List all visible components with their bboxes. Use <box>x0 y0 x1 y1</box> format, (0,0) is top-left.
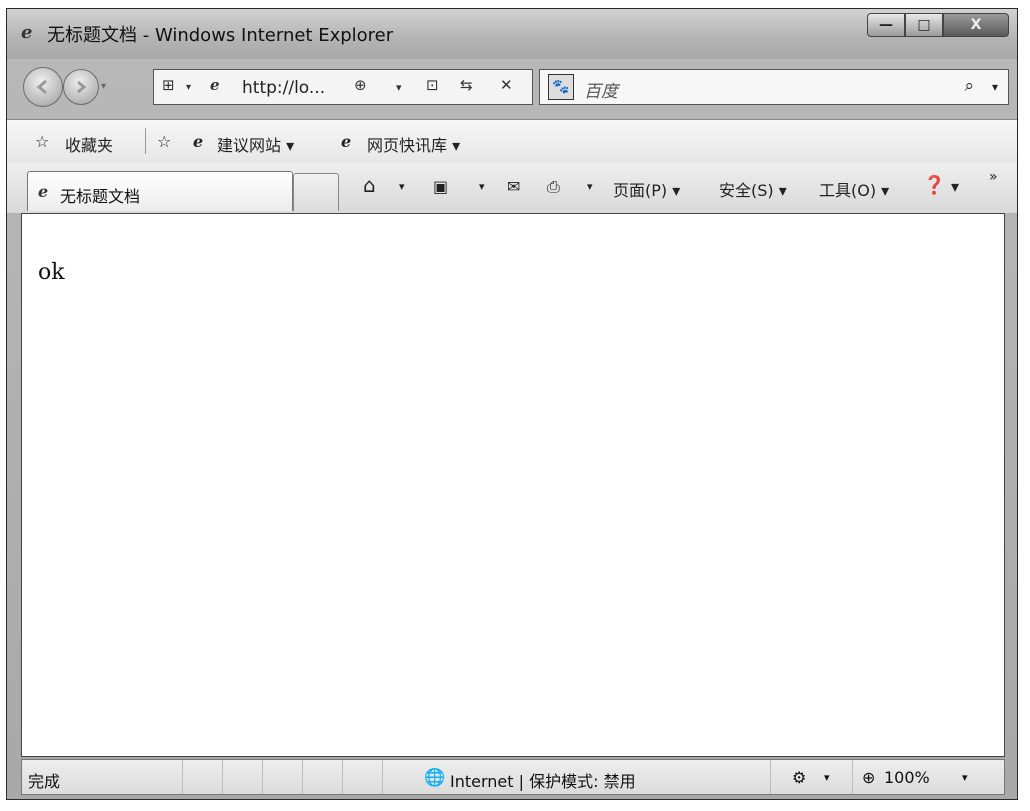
address-bar[interactable]: ⊞ ▾ e http://lo... ⊕ ▾ ⊡ ⇆ ✕ <box>153 69 533 105</box>
address-url[interactable]: http://lo... <box>242 78 325 98</box>
internet-zone-icon: 🌐 <box>424 768 446 788</box>
new-tab-button[interactable] <box>293 173 339 211</box>
page-content: ok <box>21 213 1005 757</box>
status-divider <box>302 760 303 794</box>
address-dropdown-icon[interactable]: ▾ <box>396 81 402 94</box>
zoom-dropdown-icon[interactable]: ▾ <box>962 771 968 784</box>
favorites-bar: ☆ 收藏夹 ☆ e 建议网站 ▾ e 网页快讯库 ▾ <box>7 119 1017 164</box>
feeds-dropdown-icon[interactable]: ▾ <box>479 180 485 193</box>
read-mail-icon[interactable]: ✉ <box>507 177 520 196</box>
tab-label: 无标题文档 <box>60 187 141 206</box>
search-input[interactable]: 百度 <box>584 77 618 102</box>
page-body-text: ok <box>38 260 65 285</box>
status-divider <box>382 760 383 794</box>
search-options-dropdown[interactable]: ▾ <box>992 80 998 94</box>
search-provider-icon[interactable]: 🐾 <box>548 74 574 100</box>
minimize-button[interactable]: — <box>867 13 905 37</box>
search-icon[interactable]: ⌕ <box>964 76 974 96</box>
compatibility-icon[interactable]: ⊕ <box>354 76 367 94</box>
ie-page-icon: e <box>38 182 49 201</box>
stop-icon[interactable]: ✕ <box>500 76 513 94</box>
status-divider <box>852 760 853 794</box>
search-box[interactable]: 🐾 百度 ⌕ ▾ <box>539 69 1009 105</box>
help-dropdown[interactable]: ▾ <box>951 177 959 196</box>
smartscreen-icon[interactable]: ⚙ <box>792 768 806 787</box>
forward-arrow-icon <box>77 80 87 94</box>
window-controls: — □ X <box>867 13 1009 39</box>
status-divider <box>342 760 343 794</box>
suggested-sites-link[interactable]: 建议网站 ▾ <box>217 132 294 156</box>
status-divider <box>222 760 223 794</box>
maximize-button[interactable]: □ <box>905 13 943 37</box>
dropdown-icon[interactable]: ▾ <box>186 82 191 93</box>
status-divider <box>770 760 771 794</box>
home-dropdown-icon[interactable]: ▾ <box>399 180 405 193</box>
rss-icon[interactable]: ⊡ <box>426 76 439 94</box>
navigation-bar: ▾ ⊞ ▾ e http://lo... ⊕ ▾ ⊡ ⇆ ✕ 🐾 百度 ⌕ ▾ <box>7 61 1017 115</box>
favorites-star-icon[interactable]: ☆ <box>35 132 49 151</box>
divider <box>145 128 146 154</box>
ie-page-icon: e <box>341 132 352 151</box>
zoom-level[interactable]: 100% <box>884 768 930 787</box>
home-icon[interactable]: ⌂ <box>363 173 376 197</box>
print-dropdown-icon[interactable]: ▾ <box>587 180 593 193</box>
feeds-icon[interactable]: ▣ <box>433 177 448 196</box>
status-bar: 完成 🌐 Internet | 保护模式: 禁用 ⚙ ▾ ⊕ 100% ▾ <box>21 759 1005 795</box>
add-tab-icon[interactable]: ⊞ <box>162 76 175 94</box>
back-arrow-icon <box>36 79 47 95</box>
title-bar: e 无标题文档 - Windows Internet Explorer — □ … <box>7 9 1017 59</box>
recent-pages-dropdown[interactable]: ▾ <box>101 81 106 92</box>
page-icon: e <box>210 76 220 94</box>
status-divider <box>182 760 183 794</box>
ie-page-icon: e <box>193 132 204 151</box>
status-divider <box>262 760 263 794</box>
security-zone-text[interactable]: Internet | 保护模式: 禁用 <box>450 768 636 792</box>
ie-logo-icon: e <box>21 22 33 43</box>
tools-menu[interactable]: 工具(O) ▾ <box>819 177 889 201</box>
command-bar: e 无标题文档 ⌂ ▾ ▣ ▾ ✉ ⎙ ▾ 页面(P) ▾ 安全(S) ▾ 工具… <box>7 163 1017 213</box>
browser-window: e 无标题文档 - Windows Internet Explorer — □ … <box>6 8 1018 800</box>
more-commands-icon[interactable]: » <box>989 169 998 185</box>
help-icon[interactable]: ❓ <box>923 175 945 196</box>
web-slice-gallery-link[interactable]: 网页快讯库 ▾ <box>367 132 460 156</box>
refresh-icon[interactable]: ⇆ <box>460 76 473 94</box>
tab-current[interactable]: e 无标题文档 <box>27 171 293 211</box>
safety-menu[interactable]: 安全(S) ▾ <box>719 177 787 201</box>
favorites-button[interactable]: 收藏夹 <box>65 132 113 156</box>
window-title: 无标题文档 - Windows Internet Explorer <box>47 25 394 46</box>
print-icon[interactable]: ⎙ <box>547 177 560 197</box>
add-favorites-icon[interactable]: ☆ <box>157 132 171 151</box>
close-button[interactable]: X <box>943 13 1009 37</box>
forward-button[interactable] <box>63 69 99 105</box>
smartscreen-dropdown-icon[interactable]: ▾ <box>824 771 830 784</box>
status-text: 完成 <box>28 772 61 791</box>
back-button[interactable] <box>23 67 63 107</box>
zoom-icon[interactable]: ⊕ <box>862 768 875 787</box>
page-menu[interactable]: 页面(P) ▾ <box>613 177 680 201</box>
